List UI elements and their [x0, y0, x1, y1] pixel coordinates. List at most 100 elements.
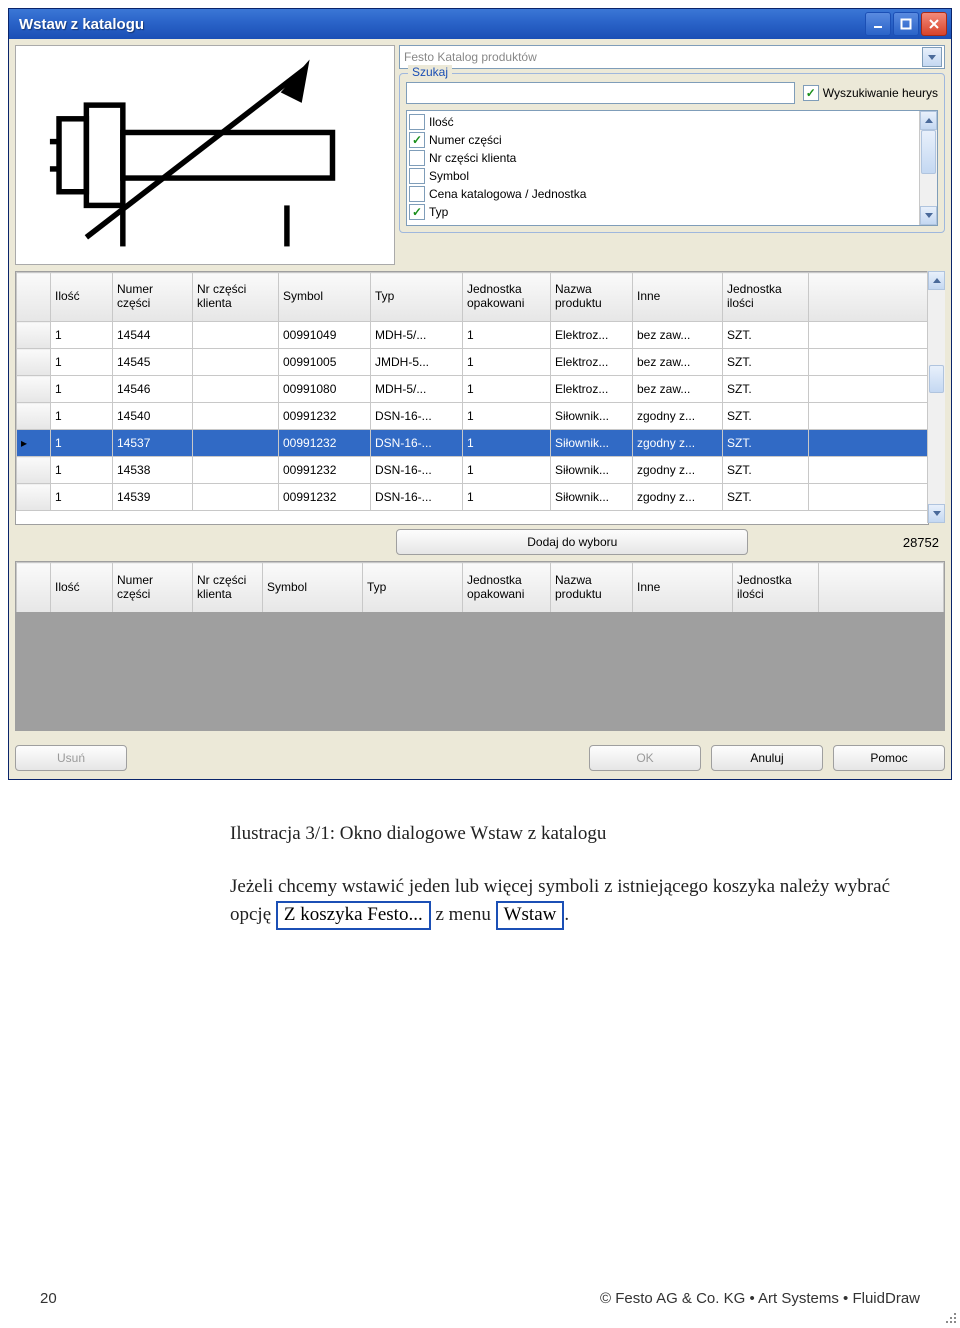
cell: SZT. — [723, 457, 809, 484]
selection-grid[interactable]: IlośćNumer częściNr części klientaSymbol… — [15, 561, 945, 731]
column-header[interactable] — [17, 273, 51, 322]
help-button[interactable]: Pomoc — [833, 745, 945, 771]
column-header[interactable]: Nr części klienta — [193, 563, 263, 614]
row-header[interactable] — [17, 403, 51, 430]
checklist-label: Numer części — [429, 133, 502, 147]
cell: 1 — [51, 484, 113, 511]
search-group: Szukaj ✓ Wyszukiwanie heurys Ilość✓Numer… — [399, 73, 945, 233]
search-legend: Szukaj — [408, 65, 452, 79]
search-input[interactable] — [406, 82, 795, 104]
column-header[interactable]: Ilość — [51, 273, 113, 322]
resize-grip-icon[interactable] — [944, 1311, 958, 1325]
column-header[interactable]: Symbol — [279, 273, 371, 322]
column-header[interactable]: Nazwa produktu — [551, 273, 633, 322]
checkbox-icon — [409, 168, 425, 184]
cell: Elektroz... — [551, 322, 633, 349]
cancel-button[interactable]: Anuluj — [711, 745, 823, 771]
cell: bez zaw... — [633, 376, 723, 403]
column-header[interactable]: Typ — [363, 563, 463, 614]
cell: bez zaw... — [633, 349, 723, 376]
cell: 1 — [51, 349, 113, 376]
column-header[interactable]: Nr części klienta — [193, 273, 279, 322]
cell: 14537 — [113, 430, 193, 457]
checklist-item[interactable]: ✓Numer części — [409, 131, 919, 149]
row-header[interactable] — [17, 322, 51, 349]
dialog-window: Wstaw z katalogu — [8, 8, 952, 780]
table-row[interactable]: ▸11453700991232DSN-16-...1Siłownik...zgo… — [17, 430, 928, 457]
column-header[interactable]: Ilość — [51, 563, 113, 614]
column-header[interactable]: Inne — [633, 273, 723, 322]
column-header[interactable]: Typ — [371, 273, 463, 322]
checklist-item[interactable]: Nr części klienta — [409, 149, 919, 167]
result-count: 28752 — [903, 535, 945, 550]
column-header[interactable]: Numer części — [113, 563, 193, 614]
cell: 1 — [463, 349, 551, 376]
close-button[interactable] — [921, 12, 947, 36]
minimize-button[interactable] — [865, 12, 891, 36]
column-header[interactable]: Jednostka opakowani — [463, 273, 551, 322]
cell: DSN-16-... — [371, 484, 463, 511]
checklist-item[interactable]: Symbol — [409, 167, 919, 185]
cell: zgodny z... — [633, 484, 723, 511]
cell: 00991232 — [279, 403, 371, 430]
column-header[interactable]: Nazwa produktu — [551, 563, 633, 614]
titlebar: Wstaw z katalogu — [9, 9, 951, 39]
column-header[interactable]: Inne — [633, 563, 733, 614]
column-header[interactable]: Jednostka ilości — [733, 563, 819, 614]
symbol-preview — [15, 45, 395, 265]
row-header[interactable] — [17, 457, 51, 484]
checklist-item[interactable]: Cena katalogowa / Jednostka — [409, 185, 919, 203]
scroll-down-icon[interactable] — [928, 504, 945, 523]
row-header[interactable] — [17, 376, 51, 403]
cell: Elektroz... — [551, 349, 633, 376]
cell: DSN-16-... — [371, 403, 463, 430]
table-row[interactable]: 11454500991005JMDH-5...1Elektroz...bez z… — [17, 349, 928, 376]
column-header[interactable]: Jednostka opakowani — [463, 563, 551, 614]
cell: 1 — [463, 484, 551, 511]
add-to-selection-button[interactable]: Dodaj do wyboru — [396, 529, 748, 555]
menu-reference: Wstaw — [496, 901, 565, 930]
checklist-item[interactable]: ✓Typ — [409, 203, 919, 221]
cell: 1 — [463, 376, 551, 403]
checklist-item[interactable]: Ilość — [409, 113, 919, 131]
cell — [193, 322, 279, 349]
column-header[interactable]: Numer części — [113, 273, 193, 322]
ok-button[interactable]: OK — [589, 745, 701, 771]
row-header[interactable]: ▸ — [17, 430, 51, 457]
cell: 14546 — [113, 376, 193, 403]
scroll-down-icon[interactable] — [920, 206, 937, 225]
cell: 1 — [51, 457, 113, 484]
column-header[interactable] — [17, 563, 51, 614]
document-body: Ilustracja 3/1: Okno dialogowe Wstaw z k… — [0, 780, 960, 930]
column-header[interactable]: Jednostka ilości — [723, 273, 809, 322]
table-row[interactable]: 11454000991232DSN-16-...1Siłownik...zgod… — [17, 403, 928, 430]
row-header[interactable] — [17, 484, 51, 511]
remove-button[interactable]: Usuń — [15, 745, 127, 771]
table-row[interactable]: 11454600991080MDH-5/...1Elektroz...bez z… — [17, 376, 928, 403]
table-row[interactable]: 11453900991232DSN-16-...1Siłownik...zgod… — [17, 484, 928, 511]
catalog-select[interactable]: Festo Katalog produktów — [399, 45, 945, 69]
column-checklist[interactable]: Ilość✓Numer częściNr części klientaSymbo… — [406, 110, 938, 226]
cell: SZT. — [723, 322, 809, 349]
cell: 1 — [51, 430, 113, 457]
cell: SZT. — [723, 349, 809, 376]
table-row[interactable]: 11453800991232DSN-16-...1Siłownik...zgod… — [17, 457, 928, 484]
maximize-button[interactable] — [893, 12, 919, 36]
cell: MDH-5/... — [371, 376, 463, 403]
cell — [193, 457, 279, 484]
cell: 00991049 — [279, 322, 371, 349]
scroll-up-icon[interactable] — [920, 111, 937, 130]
heuristic-checkbox[interactable]: ✓ Wyszukiwanie heurys — [803, 85, 938, 101]
table-row[interactable]: 11454400991049MDH-5/...1Elektroz...bez z… — [17, 322, 928, 349]
scroll-up-icon[interactable] — [928, 271, 945, 290]
cell: Siłownik... — [551, 484, 633, 511]
row-header[interactable] — [17, 349, 51, 376]
cell: 00991232 — [279, 457, 371, 484]
cell: 1 — [463, 430, 551, 457]
results-grid[interactable]: IlośćNumer częściNr części klientaSymbol… — [15, 271, 929, 525]
figure-caption: Ilustracja 3/1: Okno dialogowe Wstaw z k… — [230, 820, 900, 849]
grid-scrollbar[interactable] — [927, 271, 945, 523]
page-footer: 20 © Festo AG & Co. KG • Art Systems • F… — [40, 1290, 920, 1307]
scrollbar[interactable] — [919, 111, 937, 225]
column-header[interactable]: Symbol — [263, 563, 363, 614]
